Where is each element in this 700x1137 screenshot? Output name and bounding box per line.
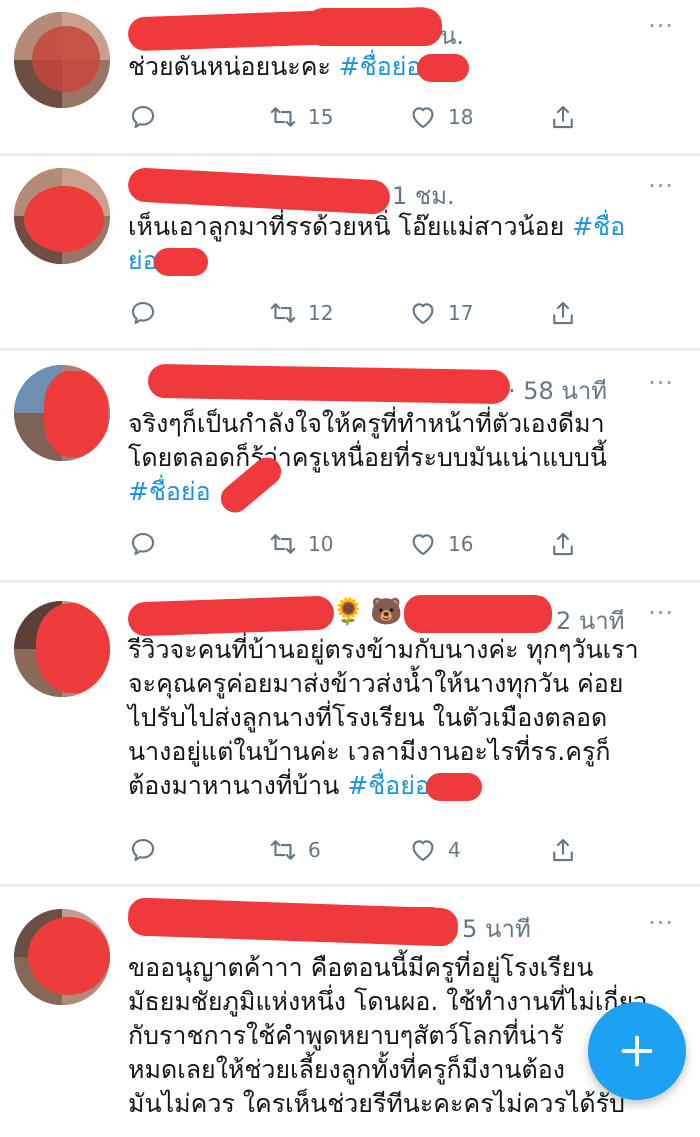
retweet-icon	[270, 107, 296, 127]
tweet[interactable]: 1 ชม. ··· เห็นเอาลูกมาที่รรด้วยหนิ่ โอ๊ย…	[0, 156, 700, 346]
tweet[interactable]: น. ··· ช่วยดันหน่อยนะคะ #ชื่อย่อ 15 18	[0, 0, 700, 150]
tweet-actions: 6 4	[128, 833, 588, 867]
retweet-count: 15	[308, 105, 334, 129]
share-button[interactable]	[548, 527, 578, 561]
bear-emoji: 🐻	[370, 597, 403, 627]
like-button[interactable]: 18	[408, 100, 473, 134]
redaction-mark	[417, 54, 470, 82]
tweet-header: น.	[127, 6, 648, 52]
heart-icon	[412, 534, 434, 556]
share-icon	[553, 532, 573, 556]
tweet-actions: 15 18	[128, 100, 588, 134]
retweet-button[interactable]: 12	[268, 296, 333, 330]
tweet-text: ขออนุญาตค้าาา คือตอนนี้มีครูที่อยู่โรงเร…	[128, 953, 648, 1118]
more-icon[interactable]: ···	[648, 369, 674, 397]
hashtag-link[interactable]: #ชื่อย่อ	[128, 477, 211, 506]
tweet-header: 1 ชม.	[127, 167, 648, 215]
reply-icon	[131, 532, 155, 556]
tweet-text: เห็นเอาลูกมาที่รรด้วยหนิ่ โอ๊ยแม่สาวน้อย…	[128, 212, 626, 276]
retweet-icon	[270, 303, 296, 323]
heart-icon	[412, 840, 434, 862]
tweet-actions: 10 16	[128, 527, 588, 561]
hashtag-link[interactable]: #ชื่อย่อ	[347, 771, 430, 800]
tweet-header: 🌻 🐻 2 นาที	[127, 595, 648, 637]
like-count: 17	[448, 301, 474, 325]
compose-tweet-button[interactable]	[588, 1002, 686, 1100]
avatar[interactable]	[14, 601, 110, 697]
retweet-button[interactable]: 6	[268, 833, 321, 867]
like-count: 16	[448, 532, 474, 556]
avatar[interactable]	[14, 909, 110, 1005]
redacted-username	[147, 363, 511, 405]
avatar[interactable]	[14, 168, 110, 264]
reply-icon	[131, 105, 155, 129]
hashtag-link[interactable]: #ชื่อ	[572, 212, 625, 241]
share-icon	[553, 301, 573, 325]
redaction-mark	[425, 773, 482, 801]
tweet-header: 5 · 5 นาที	[127, 897, 648, 947]
share-button[interactable]	[548, 833, 578, 867]
heart-icon	[412, 107, 434, 129]
share-button[interactable]	[548, 296, 578, 330]
redaction-mark	[153, 248, 208, 276]
sunflower-emoji: 🌻	[332, 597, 365, 627]
retweet-icon	[270, 534, 296, 554]
heart-icon	[412, 303, 434, 325]
more-icon[interactable]: ···	[648, 599, 674, 627]
plus-icon	[621, 1035, 653, 1067]
retweet-button[interactable]: 15	[268, 100, 333, 134]
share-icon	[553, 105, 573, 129]
tweet-time: · 58 นาที	[508, 377, 608, 405]
retweet-button[interactable]: 10	[268, 527, 333, 561]
timeline-feed: น. ··· ช่วยดันหน่อยนะคะ #ชื่อย่อ 15 18 1…	[0, 0, 700, 1137]
reply-icon	[131, 838, 155, 862]
like-count: 18	[448, 105, 474, 129]
avatar[interactable]	[14, 12, 110, 108]
like-button[interactable]: 16	[408, 527, 473, 561]
more-icon[interactable]: ···	[648, 909, 674, 937]
tweet[interactable]: 🌻 🐻 2 นาที ··· รีวิวจะคนที่บ้านอยู่ตรงข้…	[0, 583, 700, 883]
share-icon	[553, 838, 573, 862]
redacted-username	[127, 595, 335, 637]
like-count: 4	[448, 838, 461, 862]
retweet-count: 10	[308, 532, 334, 556]
avatar[interactable]	[14, 365, 110, 461]
tweet-text: ช่วยดันหน่อยนะคะ #ชื่อย่อ	[128, 50, 668, 84]
reply-icon	[131, 301, 155, 325]
tweet-actions: 12 17	[128, 296, 588, 330]
tweet[interactable]: 5 · 5 นาที ··· ขออนุญาตค้าาา คือตอนนี้มี…	[0, 887, 700, 1137]
more-icon[interactable]: ···	[648, 12, 674, 40]
reply-button[interactable]	[128, 296, 158, 330]
retweet-count: 6	[308, 838, 321, 862]
reply-button[interactable]	[128, 527, 158, 561]
like-button[interactable]: 17	[408, 296, 473, 330]
reply-button[interactable]	[128, 833, 158, 867]
tweet[interactable]: · 58 นาที ··· จริงๆก็เป็นกำลังใจให้ครูที…	[0, 351, 700, 579]
retweet-count: 12	[308, 301, 334, 325]
hashtag-link[interactable]: #ชื่อย่อ	[339, 52, 422, 81]
tweet-text: จริงๆก็เป็นกำลังใจให้ครูที่ทำหน้าที่ตัวเ…	[128, 409, 607, 506]
more-icon[interactable]: ···	[648, 172, 674, 200]
redacted-username	[127, 167, 391, 215]
tweet-header: · 58 นาที	[128, 363, 648, 405]
retweet-icon	[270, 840, 296, 860]
reply-button[interactable]	[128, 100, 158, 134]
tweet-text: รีวิวจะคนที่บ้านอยู่ตรงข้ามกับนางค่ะ ทุก…	[128, 635, 639, 801]
share-button[interactable]	[548, 100, 578, 134]
like-button[interactable]: 4	[408, 833, 461, 867]
